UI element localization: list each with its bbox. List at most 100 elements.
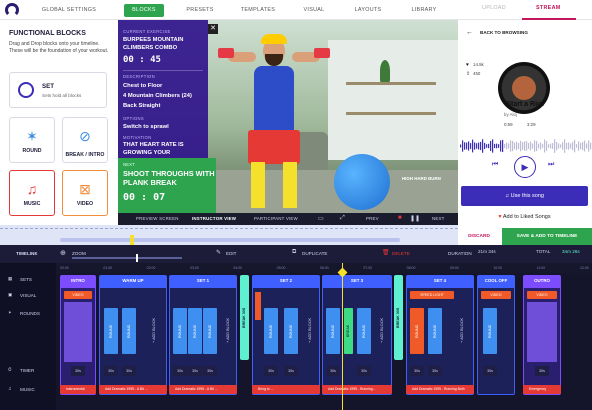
- waveform-bar: [548, 144, 550, 148]
- break-block[interactable]: BREAK: [344, 308, 353, 354]
- fullscreen-icon[interactable]: ⤢: [340, 215, 345, 222]
- round-block[interactable]: ROUND: [410, 308, 424, 354]
- waveform-bar: [490, 140, 492, 152]
- use-song-button[interactable]: ♫ Use this song: [461, 186, 588, 206]
- time-cell: 30s: [483, 366, 497, 376]
- break-label: BREAK / INTRO: [65, 152, 105, 158]
- scrubber-marker[interactable]: [130, 235, 134, 245]
- segment-set-1[interactable]: SET 1: [169, 275, 237, 287]
- next-track-icon[interactable]: ⏭: [548, 161, 554, 169]
- break-block[interactable]: BREAK 30S: [240, 275, 249, 360]
- stop-icon[interactable]: ■: [398, 215, 402, 221]
- music-track[interactable]: Add Dramatic 1995 - A Bit ...: [169, 385, 237, 394]
- zoom-slider-handle[interactable]: [136, 254, 138, 262]
- round-block[interactable]: ROUND: [264, 308, 278, 354]
- discard-button[interactable]: DISCARD: [458, 228, 500, 245]
- segment-set-4[interactable]: SET 4: [406, 275, 474, 287]
- add-block-button[interactable]: + ADD BLOCK: [222, 300, 234, 360]
- music-track[interactable]: Add Dramatic 1995 - A Bit ...: [99, 385, 167, 394]
- back-arrow-icon[interactable]: ←: [466, 29, 473, 36]
- ruler-tick-label: 07:00: [363, 266, 373, 270]
- segment-intro[interactable]: INTRO: [60, 275, 96, 287]
- music-track[interactable]: Instrumental: [60, 385, 96, 394]
- next-button[interactable]: NEXT: [432, 216, 445, 221]
- camera-icon[interactable]: ▭: [318, 215, 324, 222]
- edit-icon[interactable]: ✎: [216, 249, 221, 256]
- segment-cool-off[interactable]: COOL OFF: [477, 275, 515, 287]
- round-block[interactable]: ROUND: [203, 308, 217, 354]
- segment-outro[interactable]: OUTRO: [523, 275, 561, 287]
- song-title: Start a Riot: [506, 101, 544, 108]
- waveform-bar: [562, 142, 564, 150]
- video-block[interactable]: ⊠ VIDEO: [62, 170, 108, 216]
- tab-templates[interactable]: TEMPLATES: [234, 4, 282, 17]
- round-block[interactable]: ROUND: [122, 308, 136, 354]
- tab-visual[interactable]: VISUAL: [296, 4, 332, 17]
- tab-global-settings[interactable]: GLOBAL SETTINGS: [38, 4, 100, 17]
- share-icon[interactable]: ⇪: [466, 71, 470, 77]
- add-block-button[interactable]: + ADD BLOCK: [304, 300, 316, 360]
- tab-layouts[interactable]: LAYOUTS: [348, 4, 388, 17]
- tab-presets[interactable]: PRESETS: [180, 4, 220, 17]
- waveform-bar: [488, 143, 490, 149]
- video-clip[interactable]: [527, 302, 557, 362]
- break-block[interactable]: BREAK 30S: [394, 275, 403, 360]
- zoom-slider[interactable]: [72, 257, 182, 259]
- waveform-bar: [502, 139, 504, 153]
- close-icon[interactable]: ✕: [208, 24, 218, 34]
- add-to-liked-label: Add to Liked Songs: [502, 214, 551, 220]
- zoom-label: ZOOM: [72, 251, 86, 256]
- round-block[interactable]: ✶ ROUND: [9, 117, 55, 163]
- round-block[interactable]: ROUND: [428, 308, 442, 354]
- add-block-button[interactable]: + ADD BLOCK: [456, 300, 468, 360]
- waveform-bar: [580, 142, 582, 150]
- prev-button[interactable]: PREV: [366, 216, 379, 221]
- round-block[interactable]: ROUND: [483, 308, 497, 354]
- break-block[interactable]: ⊘ BREAK / INTRO: [62, 117, 108, 163]
- back-to-browsing-link[interactable]: BACK TO BROWSING: [480, 30, 528, 35]
- music-track[interactable]: Add Dramatic 1995 - Running Both: [406, 385, 474, 394]
- round-block[interactable]: ROUND: [188, 308, 202, 354]
- add-to-liked-button[interactable]: ♥ Add to Liked Songs: [461, 210, 588, 224]
- tab-stream[interactable]: STREAM: [536, 5, 561, 11]
- segment-set-2[interactable]: SET 2: [252, 275, 320, 287]
- participant-view-button[interactable]: PARTICIPANT VIEW: [254, 216, 298, 221]
- pause-icon[interactable]: ❚❚: [410, 215, 420, 222]
- playhead[interactable]: [342, 263, 343, 410]
- set-block[interactable]: SET Sets hold all blocks: [9, 72, 107, 108]
- visual-clip[interactable]: [255, 292, 261, 320]
- video-clip[interactable]: [64, 302, 92, 362]
- tab-blocks[interactable]: BLOCKS: [124, 4, 164, 17]
- music-track[interactable]: Bring to ...: [252, 385, 320, 394]
- scrubber-bar[interactable]: [60, 238, 400, 242]
- duplicate-icon[interactable]: ⧉: [292, 249, 296, 256]
- music-track[interactable]: Add Dramatic 1995 - Running...: [322, 385, 392, 394]
- time-cell: 30s: [357, 366, 371, 376]
- segment-set-3[interactable]: SET 3: [322, 275, 392, 287]
- round-block[interactable]: ROUND: [284, 308, 298, 354]
- logo-icon[interactable]: [5, 3, 19, 17]
- round-block[interactable]: ROUND: [173, 308, 187, 354]
- instructor-view-button[interactable]: INSTRUCTOR VIEW: [192, 216, 236, 221]
- heart-icon[interactable]: ♥: [466, 62, 469, 68]
- play-button[interactable]: ▶: [514, 156, 536, 178]
- tab-upload[interactable]: UPLOAD: [482, 5, 506, 11]
- duplicate-button[interactable]: DUPLICATE: [302, 251, 327, 256]
- round-block[interactable]: ROUND: [326, 308, 340, 354]
- previous-icon[interactable]: ⏮: [492, 161, 498, 169]
- waveform[interactable]: [458, 136, 592, 156]
- music-track[interactable]: Emergency: [523, 385, 561, 394]
- segment-warm-up[interactable]: WARM UP: [99, 275, 167, 287]
- edit-button[interactable]: EDIT: [226, 251, 236, 256]
- music-block[interactable]: ♫ MUSIC: [9, 170, 55, 216]
- zoom-icon[interactable]: ⊕: [60, 249, 66, 257]
- delete-button[interactable]: DELETE: [392, 251, 410, 256]
- trash-icon[interactable]: 🗑: [382, 249, 390, 256]
- tab-library[interactable]: LIBRARY: [404, 4, 444, 17]
- add-block-button[interactable]: + ADD BLOCK: [148, 300, 160, 360]
- preview-screen-dropdown[interactable]: PREVIEW SCREEN: [136, 216, 179, 221]
- round-block[interactable]: ROUND: [357, 308, 371, 354]
- round-block[interactable]: ROUND: [104, 308, 118, 354]
- add-block-button[interactable]: + ADD BLOCK: [376, 300, 388, 360]
- save-add-timeline-button[interactable]: SAVE & ADD TO TIMELINE: [502, 228, 592, 245]
